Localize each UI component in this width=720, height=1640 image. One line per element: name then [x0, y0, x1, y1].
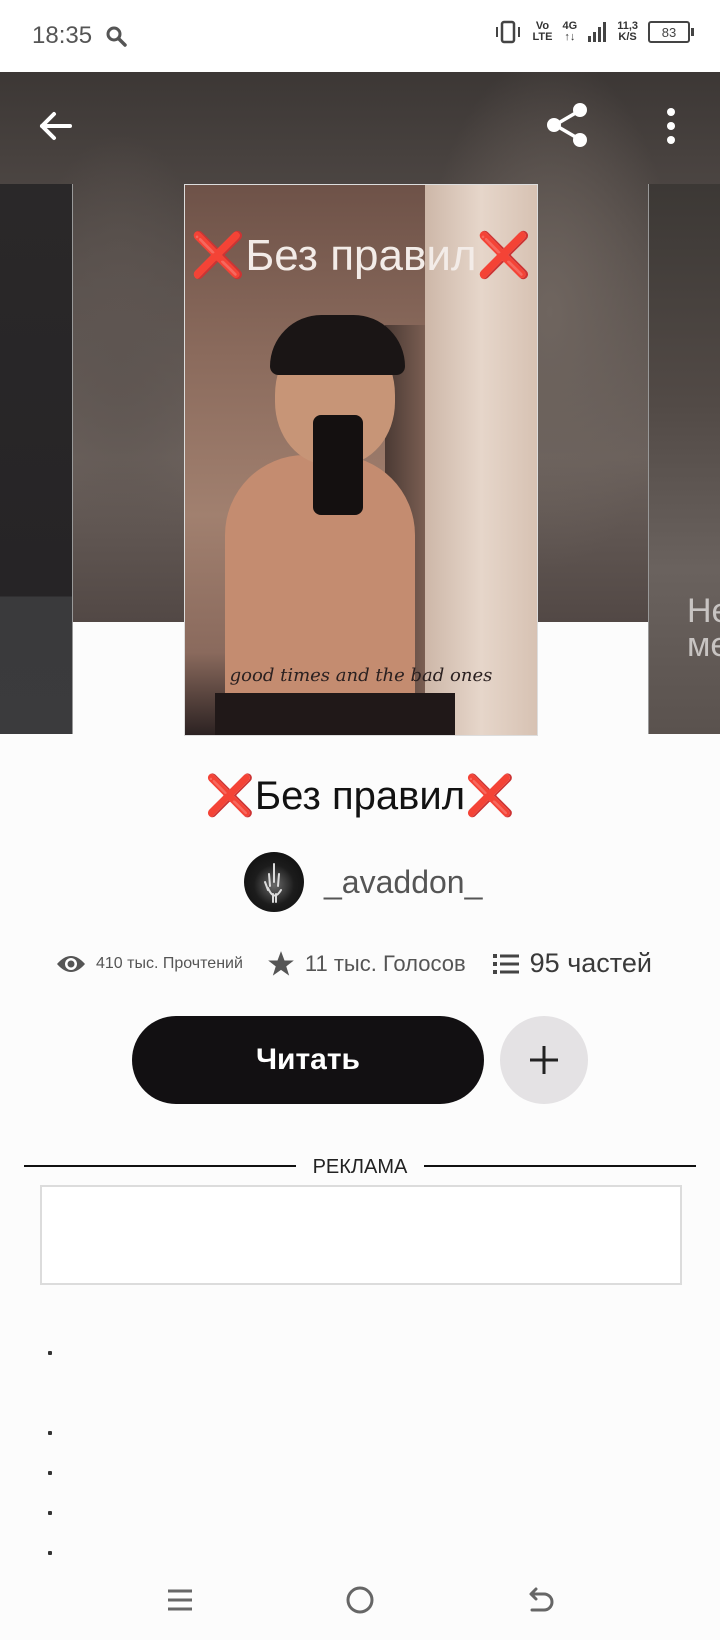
book-title: ❌Без правил❌ — [205, 774, 515, 818]
cover-title: ❌Без правил❌ — [190, 231, 532, 280]
volte-indicator: Vo LTE — [533, 21, 553, 43]
star-icon — [268, 950, 294, 976]
eye-icon — [57, 955, 85, 972]
avatar[interactable] — [244, 852, 304, 912]
add-to-library-button[interactable] — [500, 1016, 588, 1104]
battery-indicator: 83 — [648, 21, 694, 43]
search-icon — [106, 26, 127, 47]
share-icon[interactable] — [542, 100, 592, 150]
net-speed-unit: K/S — [618, 31, 637, 43]
list-icon — [492, 953, 519, 974]
description-line — [48, 1431, 52, 1435]
carousel-prev-cover[interactable] — [0, 184, 73, 734]
menu-icon[interactable] — [166, 1586, 194, 1614]
home-icon[interactable] — [344, 1584, 376, 1616]
description-line — [48, 1551, 52, 1555]
volte-bottom: LTE — [532, 31, 553, 43]
description-line — [48, 1351, 52, 1355]
status-indicators: Vo LTE 4G ↑↓ 11,3 K/S 83 — [493, 20, 694, 44]
network-type: 4G ↑↓ — [563, 21, 578, 43]
battery-level: 83 — [661, 24, 677, 40]
ad-label: РЕКЛАМА — [312, 1156, 408, 1178]
ad-banner[interactable] — [40, 1185, 682, 1285]
data-arrows-icon: ↑↓ — [564, 31, 576, 43]
vibrate-icon — [495, 20, 520, 44]
ad-divider-right — [424, 1165, 696, 1167]
next-cover-text: Не ме — [687, 592, 720, 664]
author-link[interactable]: _avaddon_ — [244, 852, 482, 912]
book-stats: 410 тыс. Прочтений 11 тыс. Голосов 95 ча… — [56, 948, 676, 979]
status-time: 18:35 — [32, 22, 93, 49]
parts-stat: 95 частей — [492, 948, 652, 979]
read-button[interactable]: Читать — [132, 1016, 484, 1104]
signal-icon — [588, 22, 607, 42]
plus-icon — [530, 1046, 558, 1074]
description-line — [48, 1511, 52, 1515]
reads-stat: 410 тыс. Прочтений — [56, 953, 243, 975]
more-vertical-icon[interactable] — [658, 104, 684, 148]
parts-count: 95 частей — [529, 948, 652, 978]
status-bar: 18:35 Vo LTE 4G ↑↓ 11,3 K/S 83 — [0, 0, 720, 72]
back-icon[interactable] — [524, 1584, 556, 1616]
description-line — [48, 1471, 52, 1475]
hand-xray-icon — [264, 863, 282, 903]
book-cover[interactable]: ❌Без правил❌ good times and the bad ones — [184, 184, 538, 736]
ad-divider-left — [24, 1165, 296, 1167]
votes-stat: 11 тыс. Голосов — [267, 950, 466, 978]
arrow-left-icon[interactable] — [36, 106, 76, 146]
author-name[interactable]: _avaddon_ — [324, 864, 482, 901]
votes-count: 11 тыс. Голосов — [304, 950, 466, 976]
carousel-next-cover[interactable]: Не ме — [648, 184, 720, 734]
net-speed: 11,3 K/S — [617, 21, 638, 43]
reads-count: 410 тыс. Прочтений — [96, 954, 243, 972]
cover-script-text: good times and the bad ones — [229, 665, 493, 686]
